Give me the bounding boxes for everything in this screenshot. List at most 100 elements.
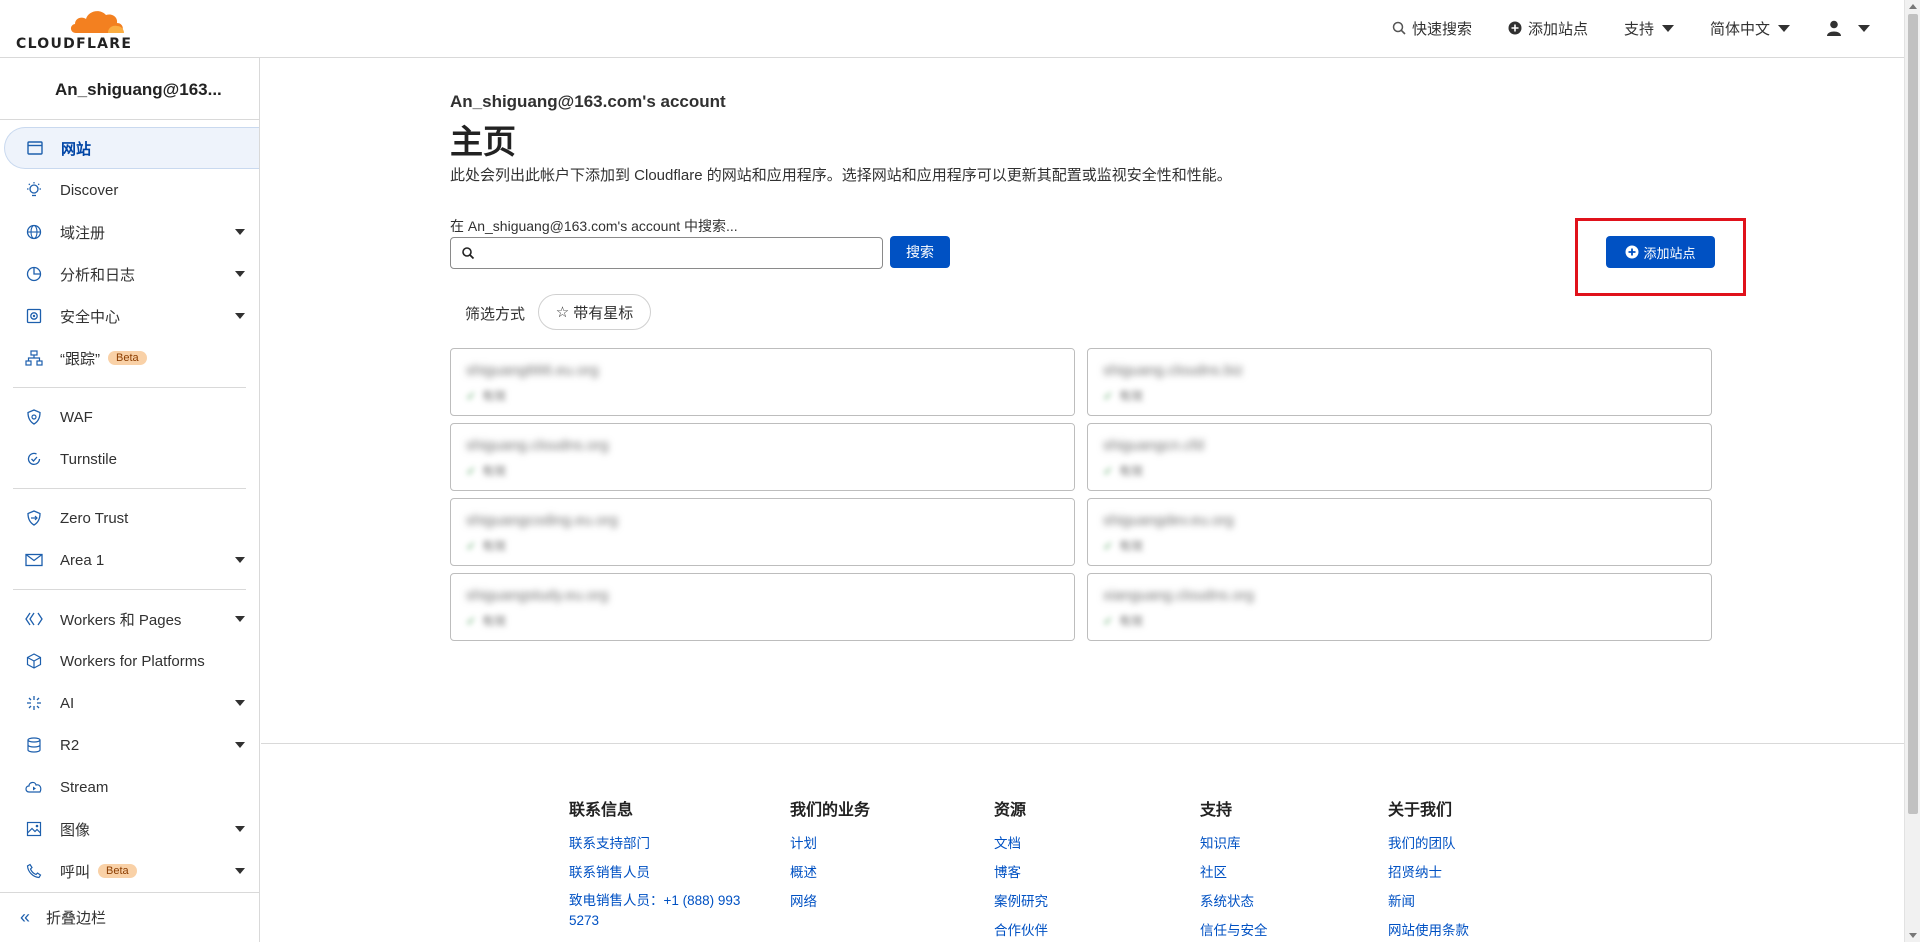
sidebar-item-analytics-logs[interactable]: 分析和日志 [0,253,259,295]
footer-link[interactable]: 计划 [790,829,870,858]
add-site-button[interactable]: 添加站点 [1606,236,1715,268]
scrollbar-thumb[interactable] [1908,14,1918,814]
beta-badge: Beta [98,864,137,878]
scroll-down-arrow-icon[interactable] [1909,933,1917,938]
footer-heading: 支持 [1200,802,1233,819]
footer-link[interactable]: 致电销售人员：+1 (888) 993 5273 [569,891,759,931]
sidebar-item-trace[interactable]: “跟踪” Beta [0,337,259,379]
logo-wordmark: CLOUDFLARE [16,36,133,52]
header-add-site-button[interactable]: 添加站点 [1508,18,1588,39]
sidebar: An_shiguang@163... 网站 Discover 域注册 分析和日志… [0,58,260,942]
sidebar-item-images[interactable]: 图像 [0,808,259,850]
site-card[interactable]: xianguang.cloudns.org ✓ 有效 [1087,573,1712,641]
check-icon: ✓ [1103,539,1114,553]
search-label: 在 An_shiguang@163.com's account 中搜索... [450,218,738,234]
footer-link[interactable]: 案例研究 [994,887,1048,916]
sidebar-item-workers-pages[interactable]: Workers 和 Pages [0,598,259,640]
card-fade [1019,499,1074,565]
sidebar-item-label: 呼叫 [60,863,91,881]
check-icon: ✓ [466,464,477,478]
footer: 联系信息 联系支持部门 联系销售人员 致电销售人员：+1 (888) 993 5… [261,743,1904,942]
footer-link[interactable]: 知识库 [1200,829,1268,858]
cloudflare-logo[interactable]: CLOUDFLARE [16,8,131,52]
sidebar-item-stream[interactable]: Stream [0,766,259,808]
sidebar-item-area1[interactable]: Area 1 [0,539,259,581]
support-menu[interactable]: 支持 [1624,18,1674,39]
page-title: 主页 [450,123,516,160]
footer-heading: 联系信息 [569,802,634,819]
site-status-label: 有效 [482,389,507,403]
check-icon: ✓ [1103,389,1114,403]
footer-link[interactable]: 网络 [790,887,870,916]
vertical-scrollbar[interactable] [1904,0,1920,942]
sidebar-item-discover[interactable]: Discover [0,169,259,211]
chevron-down-icon [235,826,245,832]
search-input[interactable] [451,238,882,268]
sidebar-item-label: “跟踪” [60,350,100,368]
sidebar-item-calls[interactable]: 呼叫 Beta [0,850,259,892]
footer-link[interactable]: 系统状态 [1200,887,1268,916]
footer-link[interactable]: 文档 [994,829,1048,858]
sidebar-item-security-center[interactable]: 安全中心 [0,295,259,337]
sidebar-item-label: Zero Trust [60,509,129,527]
chevron-down-icon [1858,24,1870,32]
filter-label: 筛选方式 [465,306,526,323]
footer-link[interactable]: 社区 [1200,858,1268,887]
chevron-down-icon [235,271,245,277]
quick-search-button[interactable]: 快速搜索 [1392,18,1472,39]
site-status: ✓ 有效 [1103,462,1143,479]
sidebar-item-domain-registration[interactable]: 域注册 [0,211,259,253]
footer-link[interactable]: 信任与安全 [1200,916,1268,942]
collapse-sidebar-button[interactable]: « 折叠边栏 [0,892,259,942]
cloud-logo-icon [70,11,124,33]
footer-column-contact: 联系信息 联系支持部门 联系销售人员 致电销售人员：+1 (888) 993 5… [569,796,759,931]
site-card[interactable]: shiguangcoding.eu.org ✓ 有效 [450,498,1075,566]
site-domain: shiguangdev.eu.org [1103,512,1234,529]
site-status: ✓ 有效 [1103,537,1143,554]
sidebar-item-label: 域注册 [60,224,106,242]
footer-link[interactable]: 概述 [790,858,870,887]
footer-link[interactable]: 博客 [994,858,1048,887]
sidebar-item-turnstile[interactable]: Turnstile [0,438,259,480]
shield-icon [24,407,44,427]
site-card[interactable]: shiguang.cloudns.biz ✓ 有效 [1087,348,1712,416]
sidebar-item-websites[interactable]: 网站 [4,127,259,169]
site-card[interactable]: shiguang.cloudns.org ✓ 有效 [450,423,1075,491]
sidebar-item-ai[interactable]: AI [0,682,259,724]
sidebar-divider [13,589,246,590]
starred-filter-button[interactable]: ☆ 带有星标 [538,294,651,330]
footer-link[interactable]: 新闻 [1388,887,1469,916]
footer-link[interactable]: 联系销售人员 [569,858,759,887]
site-card[interactable]: shiguangstudy.eu.org ✓ 有效 [450,573,1075,641]
sidebar-item-r2[interactable]: R2 [0,724,259,766]
security-center-icon [24,306,44,326]
sidebar-nav: 网站 Discover 域注册 分析和日志 安全中心 “跟踪” Beta WAF… [0,120,259,892]
user-menu[interactable] [1826,20,1870,36]
workers-icon [24,609,44,629]
zero-trust-icon [24,508,44,528]
search-button[interactable]: 搜索 [890,236,950,268]
footer-link[interactable]: 联系支持部门 [569,829,759,858]
footer-link[interactable]: 合作伙伴 [994,916,1048,942]
sidebar-item-zero-trust[interactable]: Zero Trust [0,497,259,539]
footer-link[interactable]: 招贤纳士 [1388,858,1469,887]
footer-link[interactable]: 网站使用条款 [1388,916,1469,942]
plus-circle-icon [1508,21,1522,35]
footer-link[interactable]: 我们的团队 [1388,829,1469,858]
chevron-down-icon [235,868,245,874]
account-switcher[interactable]: An_shiguang@163... [0,58,259,120]
envelope-icon [24,550,44,570]
site-status: ✓ 有效 [466,462,506,479]
sidebar-item-label: Workers for Platforms [60,652,205,670]
language-menu[interactable]: 简体中文 [1710,18,1790,39]
sidebar-item-workers-platforms[interactable]: Workers for Platforms [0,640,259,682]
support-label: 支持 [1623,20,1654,38]
sidebar-item-label: Stream [60,778,109,796]
scroll-up-arrow-icon[interactable] [1909,4,1917,9]
site-card[interactable]: shiguangcn.cfd ✓ 有效 [1087,423,1712,491]
site-card[interactable]: shiguang666.eu.org ✓ 有效 [450,348,1075,416]
sitemap-icon [24,348,44,368]
sidebar-item-waf[interactable]: WAF [0,396,259,438]
site-card[interactable]: shiguangdev.eu.org ✓ 有效 [1087,498,1712,566]
card-fade [1019,424,1074,490]
